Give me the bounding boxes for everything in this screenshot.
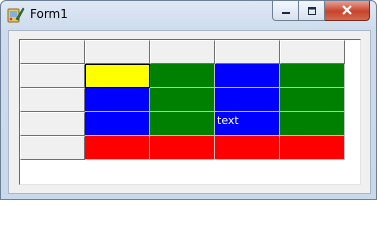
- close-icon: [340, 1, 354, 20]
- grid-fixed-cell[interactable]: [85, 40, 150, 64]
- window-title: Form1: [30, 7, 68, 21]
- grid-cell-text: text: [217, 114, 239, 127]
- grid-cell-green[interactable]: [150, 88, 215, 112]
- app-paint-icon[interactable]: [7, 6, 25, 24]
- minimize-icon: [280, 1, 292, 20]
- grid-fixed-cell[interactable]: [215, 40, 280, 64]
- grid-cell-red[interactable]: [215, 136, 280, 160]
- grid-cell-blue[interactable]: [85, 112, 150, 136]
- grid-cell-yellow[interactable]: [85, 64, 150, 88]
- grid-cell-red[interactable]: [280, 136, 345, 160]
- grid-cell-green[interactable]: [280, 112, 345, 136]
- grid-cell-blue[interactable]: [215, 88, 280, 112]
- grid-fixed-cell[interactable]: [20, 136, 85, 160]
- grid-fixed-cell[interactable]: [150, 40, 215, 64]
- grid-cell-blue[interactable]: text: [215, 112, 280, 136]
- grid-fixed-cell[interactable]: [20, 88, 85, 112]
- grid-cell-green[interactable]: [280, 88, 345, 112]
- grid-fixed-cell[interactable]: [20, 40, 85, 64]
- title-bar[interactable]: Form1: [1, 1, 376, 29]
- grid-cell-green[interactable]: [150, 112, 215, 136]
- grid-fixed-cell[interactable]: [20, 112, 85, 136]
- close-button[interactable]: [325, 1, 370, 21]
- grid-cell-red[interactable]: [85, 136, 150, 160]
- maximize-icon: [306, 1, 318, 20]
- caption-buttons: [272, 1, 370, 21]
- grid-fixed-cell[interactable]: [280, 40, 345, 64]
- grid-cell-green[interactable]: [150, 64, 215, 88]
- grid-fixed-cell[interactable]: [20, 64, 85, 88]
- maximize-button[interactable]: [299, 1, 325, 21]
- grid-cell-blue[interactable]: [215, 64, 280, 88]
- grid-cell-green[interactable]: [280, 64, 345, 88]
- minimize-button[interactable]: [272, 1, 299, 21]
- form-client-area: text: [8, 30, 371, 194]
- grid-cell-blue[interactable]: [85, 88, 150, 112]
- grid-cell-red[interactable]: [150, 136, 215, 160]
- string-grid[interactable]: text: [19, 39, 361, 185]
- form-window: Form1 text: [0, 0, 377, 200]
